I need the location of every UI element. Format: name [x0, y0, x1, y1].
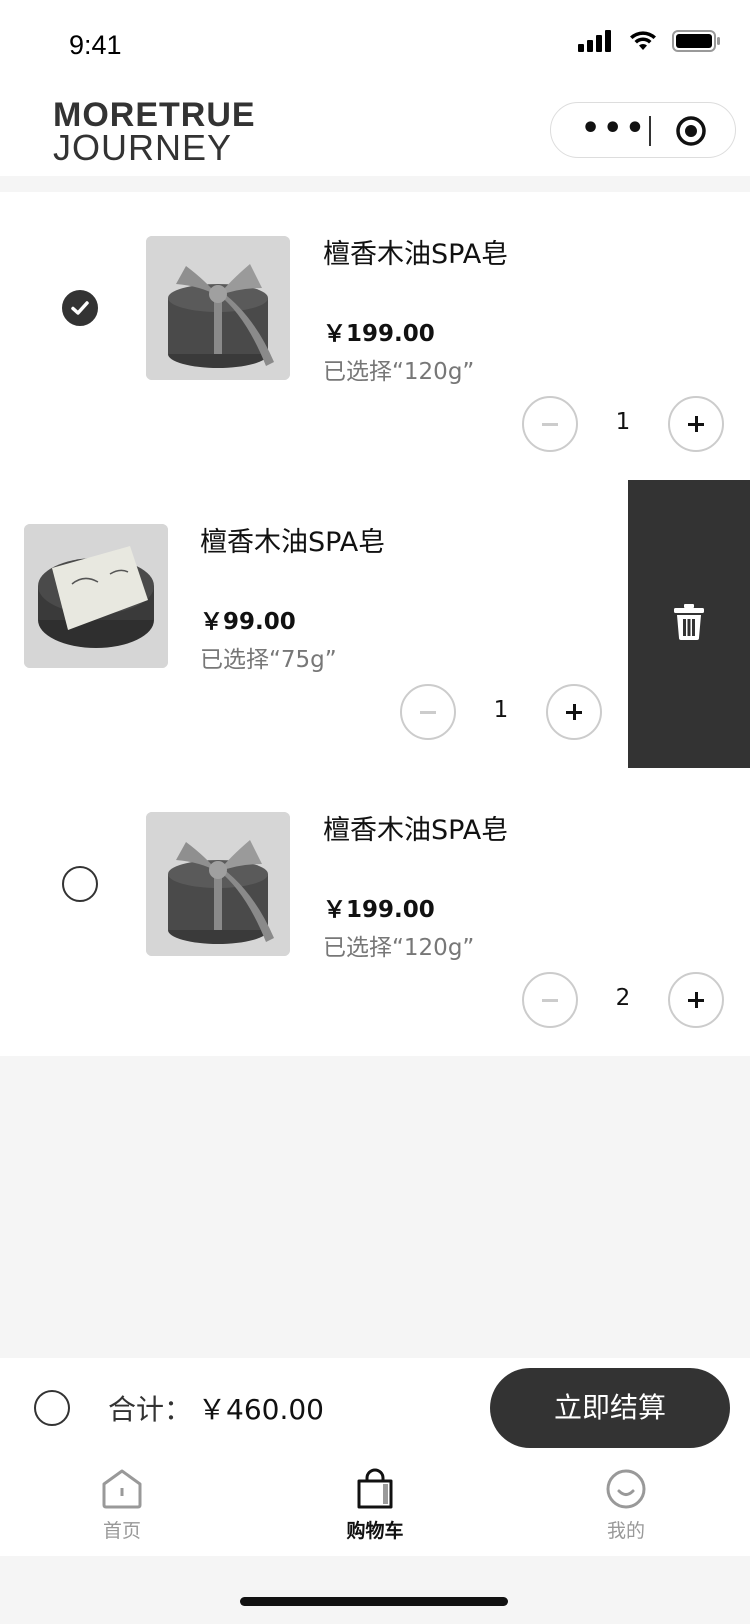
select-all-checkbox[interactable] — [34, 1390, 70, 1426]
nav-header: MORETRUE JOURNEY ••• — [0, 88, 750, 176]
trash-icon — [674, 604, 704, 640]
gift-box-image — [146, 812, 290, 956]
checkmark-icon — [71, 301, 89, 315]
minus-icon — [420, 711, 436, 714]
product-name: 檀香木油SPA皂 — [323, 815, 509, 846]
increase-quantity-button[interactable] — [668, 396, 724, 452]
total-amount: ￥460.00 — [198, 1393, 324, 1426]
soap-box-image — [24, 524, 168, 668]
item-checkbox[interactable] — [62, 290, 98, 326]
tab-home[interactable]: 首页 — [62, 1468, 182, 1543]
product-name: 檀香木油SPA皂 — [200, 527, 386, 558]
gift-box-image — [146, 236, 290, 380]
product-image[interactable] — [24, 524, 168, 668]
status-time: 9:41 — [69, 30, 122, 60]
miniprogram-capsule: ••• — [550, 102, 736, 158]
decrease-quantity-button[interactable] — [522, 396, 578, 452]
checkout-button[interactable]: 立即结算 — [490, 1368, 730, 1448]
logo-line2: JOURNEY — [53, 127, 233, 168]
tab-label: 首页 — [102, 1520, 141, 1542]
status-icons — [578, 30, 720, 52]
product-spec: 已选择“120g” — [323, 359, 475, 385]
close-miniprogram-icon[interactable] — [675, 115, 707, 147]
signal-icon — [578, 30, 611, 52]
decrease-quantity-button[interactable] — [522, 972, 578, 1028]
tab-cart[interactable]: 购物车 — [315, 1468, 435, 1543]
product-image[interactable] — [146, 236, 290, 380]
wifi-icon — [630, 31, 656, 50]
bag-icon — [357, 1468, 393, 1509]
home-indicator — [240, 1597, 508, 1606]
more-icon[interactable]: ••• — [581, 114, 648, 144]
product-image[interactable] — [146, 812, 290, 956]
product-price: ￥99.00 — [200, 609, 296, 635]
tab-profile[interactable]: 我的 — [566, 1468, 686, 1543]
tab-label: 我的 — [606, 1520, 645, 1542]
product-spec: 已选择“120g” — [323, 935, 475, 961]
smile-icon — [606, 1469, 646, 1509]
increase-quantity-button[interactable] — [668, 972, 724, 1028]
product-spec: 已选择“75g” — [200, 647, 337, 673]
minus-icon — [542, 999, 558, 1002]
increase-quantity-button[interactable] — [546, 684, 602, 740]
quantity-value: 1 — [615, 409, 631, 435]
quantity-value: 1 — [493, 697, 509, 723]
product-name: 檀香木油SPA皂 — [323, 239, 509, 270]
total-label: 合计： — [108, 1393, 193, 1426]
brand-logo: MORETRUE JOURNEY — [53, 98, 255, 168]
decrease-quantity-button[interactable] — [400, 684, 456, 740]
item-checkbox[interactable] — [62, 866, 98, 902]
delete-item-button[interactable] — [628, 480, 750, 768]
capsule-divider — [649, 116, 651, 146]
product-price: ￥199.00 — [323, 321, 435, 347]
total-text: 合计： ￥460.00 — [108, 1388, 324, 1428]
minus-icon — [542, 423, 558, 426]
tab-bar: 首页 购物车 我的 — [0, 1458, 750, 1556]
cart-item: 檀香木油SPA皂 ￥199.00 已选择“120g” 2 — [0, 768, 750, 1056]
status-bar: 9:41 — [0, 0, 750, 88]
home-icon — [102, 1469, 142, 1509]
checkout-bar: 合计： ￥460.00 立即结算 — [0, 1358, 750, 1458]
cart-item: 檀香木油SPA皂 ￥199.00 已选择“120g” 1 — [0, 192, 750, 480]
product-price: ￥199.00 — [323, 897, 435, 923]
battery-icon — [672, 30, 720, 52]
quantity-value: 2 — [615, 985, 631, 1011]
tab-label: 购物车 — [346, 1520, 404, 1542]
